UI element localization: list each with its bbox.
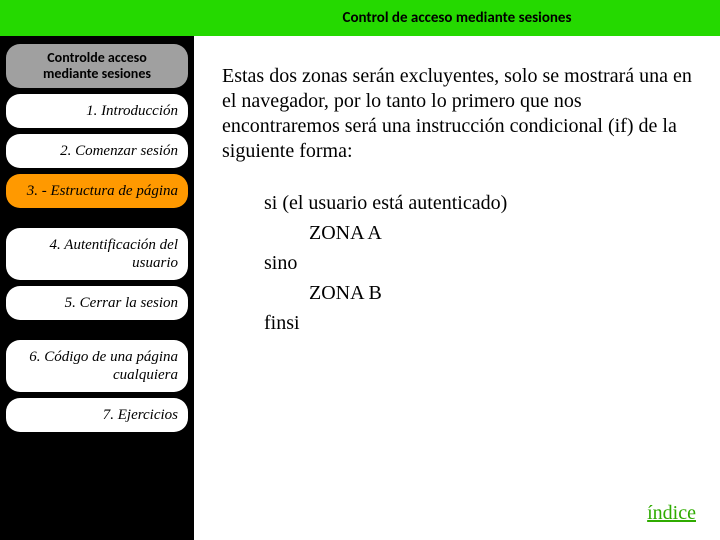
content-area: Estas dos zonas serán excluyentes, solo … bbox=[194, 36, 720, 540]
nav-label: 4. Autentificación del usuario bbox=[50, 237, 178, 271]
nav-label: 2. Comenzar sesión bbox=[60, 143, 178, 159]
sidebar-title: Controlde acceso mediante sesiones bbox=[6, 44, 188, 88]
nav-label: 7. Ejercicios bbox=[103, 407, 178, 423]
main-container: Controlde acceso mediante sesiones 1. In… bbox=[0, 36, 720, 540]
sidebar-title-line2: mediante sesiones bbox=[43, 65, 151, 82]
pseudo-line: ZONA A bbox=[264, 222, 382, 244]
nav-label: 6. Código de una página cualquiera bbox=[29, 349, 178, 383]
nav-item-introduccion[interactable]: 1. Introducción bbox=[6, 94, 188, 128]
nav-item-ejercicios[interactable]: 7. Ejercicios bbox=[6, 398, 188, 432]
pseudo-line: finsi bbox=[264, 312, 300, 334]
page-title: Control de acceso mediante sesiones bbox=[194, 9, 720, 27]
nav-label: 3. - Estructura de página bbox=[27, 183, 178, 199]
nav-item-estructura-pagina[interactable]: 3. - Estructura de página bbox=[6, 174, 188, 208]
pseudo-line: sino bbox=[264, 252, 297, 274]
index-link[interactable]: índice bbox=[647, 501, 696, 526]
content-paragraph: Estas dos zonas serán excluyentes, solo … bbox=[222, 64, 692, 164]
nav-item-cerrar-sesion[interactable]: 5. Cerrar la sesion bbox=[6, 286, 188, 320]
nav-item-autentificacion[interactable]: 4. Autentificación del usuario bbox=[6, 228, 188, 280]
nav-gap bbox=[6, 326, 188, 334]
pseudo-line: ZONA B bbox=[264, 282, 382, 304]
nav-label: 1. Introducción bbox=[86, 103, 178, 119]
sidebar-title-line1: Controlde acceso bbox=[47, 49, 146, 66]
sidebar: Controlde acceso mediante sesiones 1. In… bbox=[0, 36, 194, 540]
pseudocode-block: si (el usuario está autenticado) ZONA A … bbox=[264, 188, 692, 338]
nav-item-codigo-pagina[interactable]: 6. Código de una página cualquiera bbox=[6, 340, 188, 392]
header-bar: Control de acceso mediante sesiones bbox=[0, 0, 720, 36]
nav-label: 5. Cerrar la sesion bbox=[65, 295, 178, 311]
pseudo-line: si (el usuario está autenticado) bbox=[264, 192, 507, 214]
nav-gap bbox=[6, 214, 188, 222]
nav-item-comenzar-sesion[interactable]: 2. Comenzar sesión bbox=[6, 134, 188, 168]
